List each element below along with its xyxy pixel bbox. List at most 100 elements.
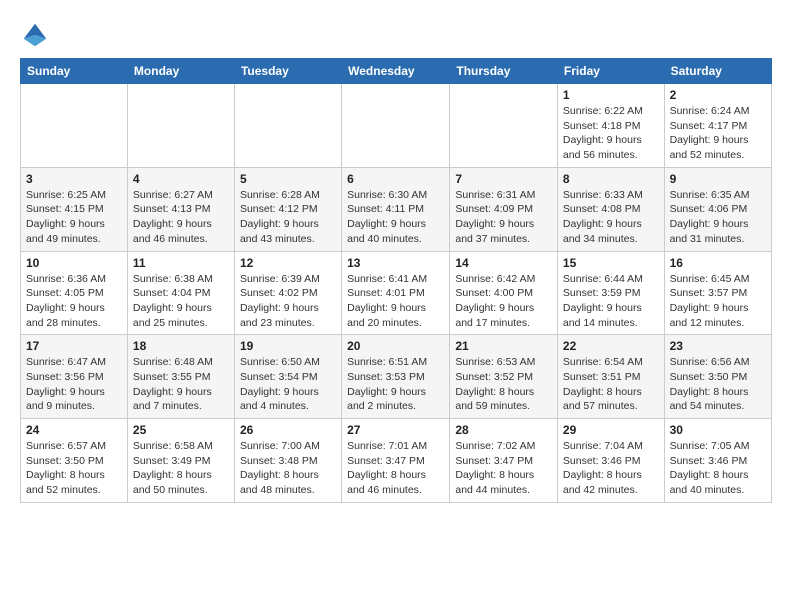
day-info: Sunrise: 6:28 AM Sunset: 4:12 PM Dayligh… (240, 188, 336, 247)
calendar-row: 17 Sunrise: 6:47 AM Sunset: 3:56 PM Dayli… (21, 335, 772, 419)
calendar-cell: 13 Sunrise: 6:41 AM Sunset: 4:01 PM Dayli… (342, 251, 450, 335)
day-info: Sunrise: 6:30 AM Sunset: 4:11 PM Dayligh… (347, 188, 444, 247)
calendar-cell: 15Sunrise: 6:44 AM Sunset: 3:59 PM Dayli… (557, 251, 664, 335)
day-number: 18 (133, 339, 229, 353)
calendar-cell: 12Sunrise: 6:39 AM Sunset: 4:02 PM Dayli… (234, 251, 341, 335)
page: SundayMondayTuesdayWednesdayThursdayFrid… (0, 0, 792, 513)
calendar-cell: 3 Sunrise: 6:25 AM Sunset: 4:15 PM Daylig… (21, 167, 128, 251)
day-info: Sunrise: 6:58 AM Sunset: 3:49 PM Dayligh… (133, 439, 229, 498)
calendar-cell: 22Sunrise: 6:54 AM Sunset: 3:51 PM Dayli… (557, 335, 664, 419)
header-row: SundayMondayTuesdayWednesdayThursdayFrid… (21, 59, 772, 84)
calendar-cell: 9 Sunrise: 6:35 AM Sunset: 4:06 PM Daylig… (664, 167, 771, 251)
day-info: Sunrise: 6:38 AM Sunset: 4:04 PM Dayligh… (133, 272, 229, 331)
day-info: Sunrise: 6:42 AM Sunset: 4:00 PM Dayligh… (455, 272, 552, 331)
logo (20, 20, 54, 50)
calendar-cell: 18 Sunrise: 6:48 AM Sunset: 3:55 PM Dayli… (127, 335, 234, 419)
day-number: 13 (347, 256, 444, 270)
day-info: Sunrise: 6:25 AM Sunset: 4:15 PM Dayligh… (26, 188, 122, 247)
calendar-cell: 8 Sunrise: 6:33 AM Sunset: 4:08 PM Daylig… (557, 167, 664, 251)
day-info: Sunrise: 7:02 AM Sunset: 3:47 PM Dayligh… (455, 439, 552, 498)
day-number: 26 (240, 423, 336, 437)
day-info: Sunrise: 6:47 AM Sunset: 3:56 PM Dayligh… (26, 355, 122, 414)
day-number: 24 (26, 423, 122, 437)
day-info: Sunrise: 6:31 AM Sunset: 4:09 PM Dayligh… (455, 188, 552, 247)
weekday-header: Monday (127, 59, 234, 84)
header (20, 16, 772, 50)
day-info: Sunrise: 6:39 AM Sunset: 4:02 PM Dayligh… (240, 272, 336, 331)
day-number: 1 (563, 88, 659, 102)
day-info: Sunrise: 6:35 AM Sunset: 4:06 PM Dayligh… (670, 188, 766, 247)
calendar-header: SundayMondayTuesdayWednesdayThursdayFrid… (21, 59, 772, 84)
calendar-cell: 20 Sunrise: 6:51 AM Sunset: 3:53 PM Dayli… (342, 335, 450, 419)
day-info: Sunrise: 6:50 AM Sunset: 3:54 PM Dayligh… (240, 355, 336, 414)
calendar-cell (127, 84, 234, 168)
day-number: 14 (455, 256, 552, 270)
logo-icon (20, 20, 50, 50)
day-info: Sunrise: 6:44 AM Sunset: 3:59 PM Dayligh… (563, 272, 659, 331)
day-number: 6 (347, 172, 444, 186)
day-number: 28 (455, 423, 552, 437)
day-number: 2 (670, 88, 766, 102)
day-info: Sunrise: 6:24 AM Sunset: 4:17 PM Dayligh… (670, 104, 766, 163)
day-info: Sunrise: 7:04 AM Sunset: 3:46 PM Dayligh… (563, 439, 659, 498)
calendar-cell: 16Sunrise: 6:45 AM Sunset: 3:57 PM Dayli… (664, 251, 771, 335)
day-info: Sunrise: 6:56 AM Sunset: 3:50 PM Dayligh… (670, 355, 766, 414)
calendar-cell: 27 Sunrise: 7:01 AM Sunset: 3:47 PM Dayli… (342, 419, 450, 503)
calendar-table: SundayMondayTuesdayWednesdayThursdayFrid… (20, 58, 772, 503)
day-info: Sunrise: 6:48 AM Sunset: 3:55 PM Dayligh… (133, 355, 229, 414)
calendar-row: 24 Sunrise: 6:57 AM Sunset: 3:50 PM Dayli… (21, 419, 772, 503)
day-info: Sunrise: 6:27 AM Sunset: 4:13 PM Dayligh… (133, 188, 229, 247)
day-number: 20 (347, 339, 444, 353)
calendar-cell: 14 Sunrise: 6:42 AM Sunset: 4:00 PM Dayli… (450, 251, 558, 335)
weekday-header: Thursday (450, 59, 558, 84)
day-number: 21 (455, 339, 552, 353)
day-info: Sunrise: 6:54 AM Sunset: 3:51 PM Dayligh… (563, 355, 659, 414)
day-number: 11 (133, 256, 229, 270)
day-number: 8 (563, 172, 659, 186)
day-info: Sunrise: 6:22 AM Sunset: 4:18 PM Dayligh… (563, 104, 659, 163)
calendar-cell: 6 Sunrise: 6:30 AM Sunset: 4:11 PM Daylig… (342, 167, 450, 251)
calendar-cell (450, 84, 558, 168)
day-info: Sunrise: 7:00 AM Sunset: 3:48 PM Dayligh… (240, 439, 336, 498)
calendar-cell: 24 Sunrise: 6:57 AM Sunset: 3:50 PM Dayli… (21, 419, 128, 503)
calendar-body: 1 Sunrise: 6:22 AM Sunset: 4:18 PM Daylig… (21, 84, 772, 503)
day-number: 9 (670, 172, 766, 186)
day-number: 17 (26, 339, 122, 353)
calendar-cell: 26 Sunrise: 7:00 AM Sunset: 3:48 PM Dayli… (234, 419, 341, 503)
calendar-cell: 23 Sunrise: 6:56 AM Sunset: 3:50 PM Dayli… (664, 335, 771, 419)
calendar-cell: 25 Sunrise: 6:58 AM Sunset: 3:49 PM Dayli… (127, 419, 234, 503)
calendar-cell: 1 Sunrise: 6:22 AM Sunset: 4:18 PM Daylig… (557, 84, 664, 168)
day-info: Sunrise: 6:53 AM Sunset: 3:52 PM Dayligh… (455, 355, 552, 414)
weekday-header: Wednesday (342, 59, 450, 84)
day-number: 4 (133, 172, 229, 186)
day-info: Sunrise: 6:36 AM Sunset: 4:05 PM Dayligh… (26, 272, 122, 331)
day-info: Sunrise: 6:41 AM Sunset: 4:01 PM Dayligh… (347, 272, 444, 331)
calendar-cell: 19 Sunrise: 6:50 AM Sunset: 3:54 PM Dayli… (234, 335, 341, 419)
day-number: 27 (347, 423, 444, 437)
calendar-cell: 4 Sunrise: 6:27 AM Sunset: 4:13 PM Daylig… (127, 167, 234, 251)
day-number: 25 (133, 423, 229, 437)
calendar-row: 3 Sunrise: 6:25 AM Sunset: 4:15 PM Daylig… (21, 167, 772, 251)
day-number: 30 (670, 423, 766, 437)
day-info: Sunrise: 6:45 AM Sunset: 3:57 PM Dayligh… (670, 272, 766, 331)
day-number: 3 (26, 172, 122, 186)
calendar-cell: 21 Sunrise: 6:53 AM Sunset: 3:52 PM Dayli… (450, 335, 558, 419)
calendar-cell (234, 84, 341, 168)
day-info: Sunrise: 6:57 AM Sunset: 3:50 PM Dayligh… (26, 439, 122, 498)
day-info: Sunrise: 6:51 AM Sunset: 3:53 PM Dayligh… (347, 355, 444, 414)
calendar-cell: 30Sunrise: 7:05 AM Sunset: 3:46 PM Dayli… (664, 419, 771, 503)
calendar-cell: 5Sunrise: 6:28 AM Sunset: 4:12 PM Daylig… (234, 167, 341, 251)
calendar-cell: 7Sunrise: 6:31 AM Sunset: 4:09 PM Daylig… (450, 167, 558, 251)
weekday-header: Saturday (664, 59, 771, 84)
calendar-cell (21, 84, 128, 168)
day-number: 19 (240, 339, 336, 353)
calendar-cell (342, 84, 450, 168)
day-number: 23 (670, 339, 766, 353)
weekday-header: Sunday (21, 59, 128, 84)
calendar-cell: 29Sunrise: 7:04 AM Sunset: 3:46 PM Dayli… (557, 419, 664, 503)
weekday-header: Friday (557, 59, 664, 84)
day-info: Sunrise: 7:01 AM Sunset: 3:47 PM Dayligh… (347, 439, 444, 498)
calendar-row: 1 Sunrise: 6:22 AM Sunset: 4:18 PM Daylig… (21, 84, 772, 168)
day-info: Sunrise: 6:33 AM Sunset: 4:08 PM Dayligh… (563, 188, 659, 247)
calendar-cell: 28 Sunrise: 7:02 AM Sunset: 3:47 PM Dayli… (450, 419, 558, 503)
